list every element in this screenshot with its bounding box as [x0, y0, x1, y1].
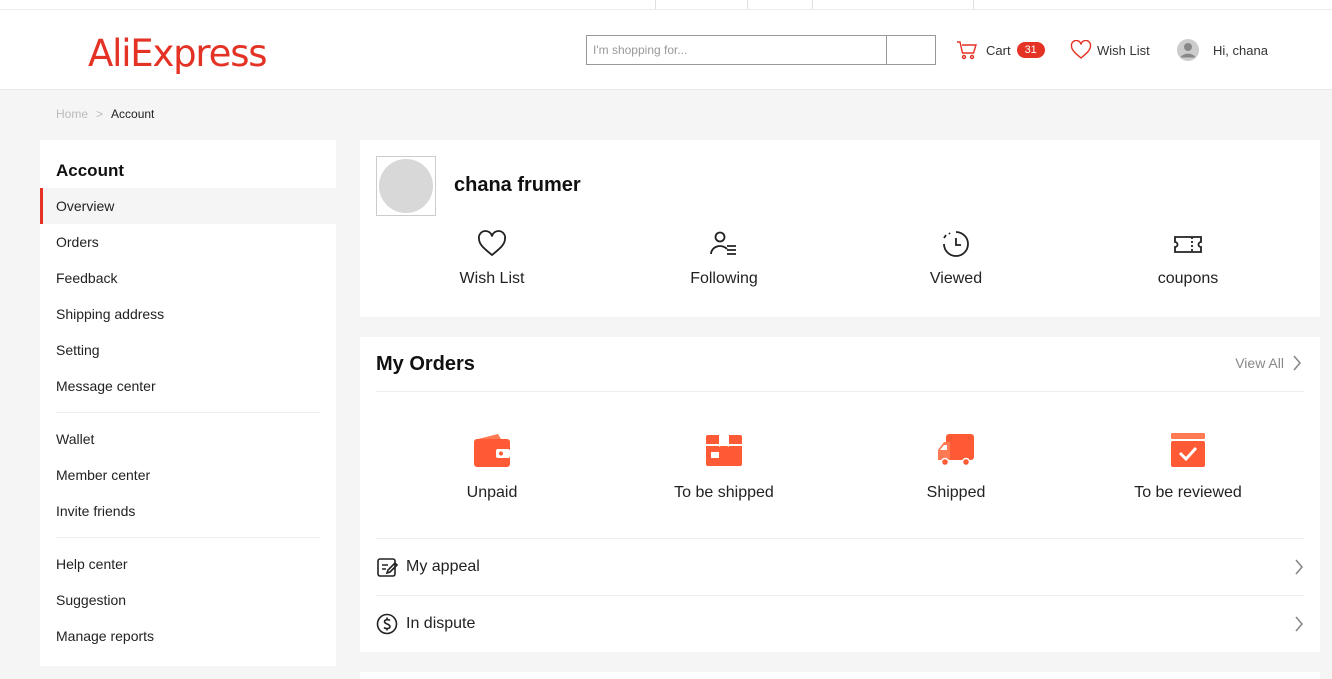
next-card-edge — [360, 672, 1320, 679]
site-header: AliExpress Cart 31 Wish List Hi, chana — [0, 10, 1332, 90]
sidebar-divider — [56, 412, 320, 413]
chevron-right-icon — [1295, 559, 1304, 575]
wallet-icon — [474, 434, 510, 467]
breadcrumb-home[interactable]: Home — [56, 107, 88, 121]
cart-label: Cart — [986, 42, 1011, 58]
user-greeting: Hi, chana — [1213, 42, 1268, 58]
sidebar-item-shipping-address[interactable]: Shipping address — [40, 296, 336, 332]
search-bar — [586, 35, 936, 65]
breadcrumb-current: Account — [111, 107, 155, 121]
top-strip-divider — [812, 0, 813, 9]
order-status-shipped[interactable]: Shipped — [840, 430, 1072, 502]
top-strip-divider — [747, 0, 748, 9]
sidebar-item-orders[interactable]: Orders — [40, 224, 336, 260]
order-status-label: To be reviewed — [1134, 484, 1242, 501]
sidebar-item-message-center[interactable]: Message center — [40, 368, 336, 404]
chevron-right-icon — [1293, 355, 1302, 371]
quicklink-viewed[interactable]: Viewed — [840, 230, 1072, 288]
sidebar-item-member-center[interactable]: Member center — [40, 457, 336, 493]
sidebar-item-feedback[interactable]: Feedback — [40, 260, 336, 296]
top-strip-divider — [655, 0, 656, 9]
order-status-label: To be shipped — [674, 484, 774, 501]
quicklink-label: Viewed — [929, 270, 983, 287]
sidebar-item-help-center[interactable]: Help center — [40, 546, 336, 582]
order-status-label: Unpaid — [466, 484, 518, 501]
my-appeal-label: My appeal — [406, 558, 480, 575]
order-status-to-be-shipped[interactable]: To be shipped — [608, 430, 840, 502]
view-all-label: View All — [1235, 355, 1284, 371]
sidebar-title: Account — [56, 161, 124, 180]
following-icon — [710, 231, 736, 255]
quicklink-coupons[interactable]: coupons — [1072, 230, 1304, 288]
cart-count-badge: 31 — [1016, 42, 1045, 58]
sidebar-item-setting[interactable]: Setting — [40, 332, 336, 368]
profile-avatar[interactable] — [376, 156, 436, 216]
search-input[interactable] — [586, 35, 886, 65]
view-all-orders-link[interactable]: View All — [1235, 355, 1302, 371]
package-icon — [706, 435, 742, 466]
chevron-right-icon — [1295, 616, 1304, 632]
heart-icon — [478, 230, 506, 257]
sidebar-item-overview[interactable]: Overview — [40, 188, 336, 224]
search-button[interactable] — [886, 35, 936, 65]
quicklink-label: coupons — [1157, 270, 1219, 287]
quicklink-label: Following — [690, 270, 758, 287]
my-orders-card: My Orders View All Unpaid To be shipped … — [360, 337, 1320, 652]
clock-icon — [943, 231, 969, 257]
breadcrumb-separator: > — [96, 107, 104, 121]
review-box-icon — [1171, 433, 1205, 467]
profile-name: chana frumer — [454, 174, 581, 196]
quicklink-label: Wish List — [459, 270, 525, 287]
truck-icon — [938, 434, 974, 467]
order-status-unpaid[interactable]: Unpaid — [376, 430, 608, 502]
coupon-icon — [1174, 236, 1202, 253]
breadcrumb: Home > Account — [56, 107, 154, 121]
appeal-icon — [377, 558, 398, 577]
sidebar-divider — [56, 537, 320, 538]
sidebar-item-manage-reports[interactable]: Manage reports — [40, 618, 336, 654]
my-appeal-row[interactable]: My appeal — [376, 539, 1304, 595]
orders-divider — [376, 391, 1304, 392]
profile-card: chana frumer Wish List Following Viewed … — [360, 140, 1320, 317]
dispute-icon — [376, 613, 398, 635]
top-strip — [0, 0, 1332, 10]
in-dispute-label: In dispute — [406, 615, 476, 632]
order-status-label: Shipped — [926, 484, 986, 501]
cart-icon — [957, 41, 977, 60]
top-strip-divider — [973, 0, 974, 9]
user-menu[interactable]: Hi, chana — [1177, 38, 1268, 62]
quicklink-following[interactable]: Following — [608, 230, 840, 288]
heart-icon — [1070, 40, 1092, 59]
wishlist-label: Wish List — [1097, 42, 1150, 58]
avatar-placeholder — [379, 159, 433, 213]
aliexpress-logo[interactable]: AliExpress — [88, 34, 268, 74]
wishlist-link[interactable]: Wish List — [1070, 38, 1150, 62]
in-dispute-row[interactable]: In dispute — [376, 596, 1304, 652]
sidebar-item-invite-friends[interactable]: Invite friends — [40, 493, 336, 529]
order-status-to-be-reviewed[interactable]: To be reviewed — [1072, 430, 1304, 502]
quicklink-wish-list[interactable]: Wish List — [376, 230, 608, 288]
sidebar-item-suggestion[interactable]: Suggestion — [40, 582, 336, 618]
user-avatar-icon — [1177, 39, 1199, 61]
cart-link[interactable]: Cart 31 — [956, 38, 1045, 62]
account-sidebar: Account Overview Orders Feedback Shippin… — [40, 140, 336, 666]
my-orders-title: My Orders — [376, 353, 475, 375]
sidebar-item-wallet[interactable]: Wallet — [40, 421, 336, 457]
